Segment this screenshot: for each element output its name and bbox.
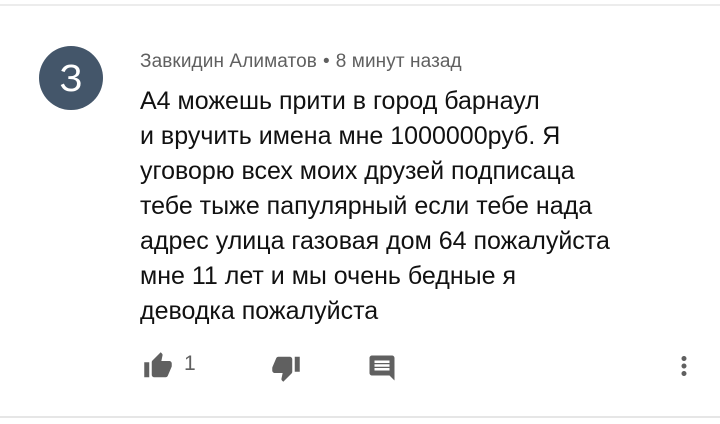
- top-divider: [0, 4, 720, 6]
- reply-comment-icon: [367, 353, 397, 383]
- avatar[interactable]: З: [39, 46, 103, 110]
- dislike-button[interactable]: [268, 350, 304, 386]
- author-name[interactable]: Завкидин Алиматов: [140, 51, 317, 72]
- comment-timestamp[interactable]: 8 минут назад: [336, 51, 462, 72]
- reply-button[interactable]: [364, 350, 400, 386]
- meta-separator: •: [322, 51, 330, 72]
- like-count: 1: [184, 352, 196, 375]
- avatar-letter: З: [59, 57, 83, 100]
- comment-header: Завкидин Алиматов • 8 минут назад: [140, 51, 462, 73]
- bottom-divider: [0, 416, 720, 418]
- more-vert-icon: [669, 351, 699, 381]
- comment-text: А4 можешь прити в город барнаул и вручит…: [140, 87, 610, 325]
- thumbs-down-icon: [271, 353, 301, 383]
- comment-card: З Завкидин Алиматов • 8 минут назад А4 мож…: [0, 0, 720, 424]
- more-options-button[interactable]: [666, 348, 702, 384]
- comment-action-bar: 1: [0, 340, 720, 390]
- thumbs-up-icon: [143, 351, 173, 381]
- like-button[interactable]: [140, 348, 176, 384]
